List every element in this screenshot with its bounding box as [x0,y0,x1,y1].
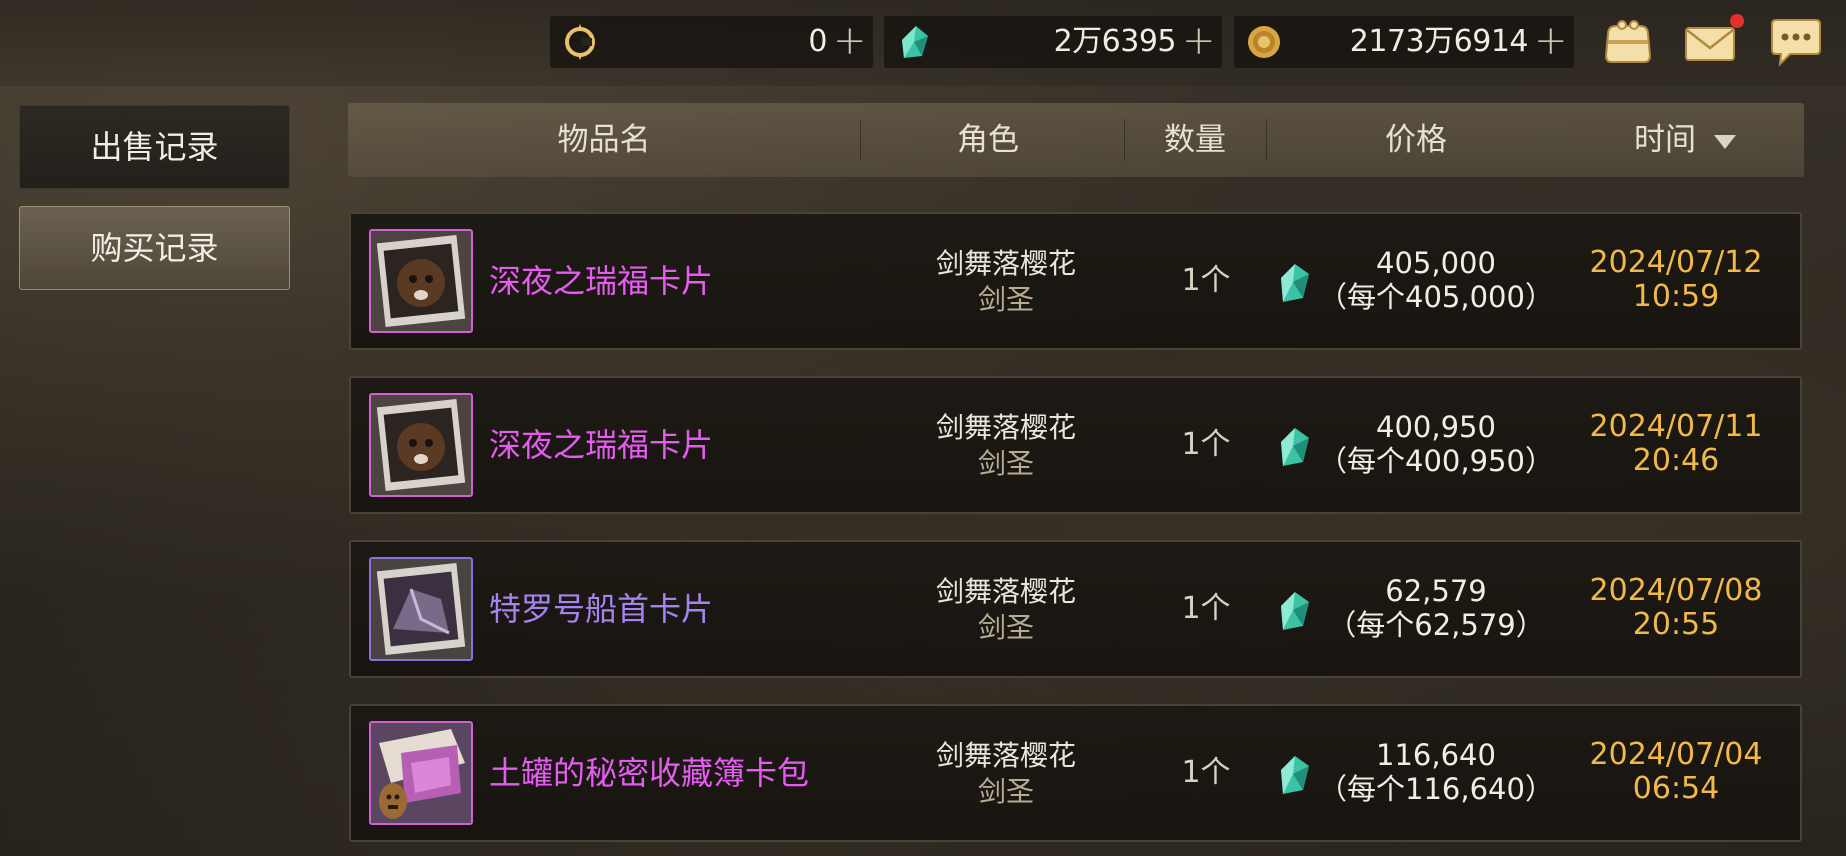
chat-icon[interactable] [1768,16,1824,68]
unit-price: （每个62,579） [1327,608,1545,642]
column-time-sort[interactable]: 时间 [1566,103,1804,177]
record-time: 20:46 [1632,443,1720,478]
quantity: 1个 [1181,263,1231,298]
tab-sell-records[interactable]: 出售记录 [19,105,290,189]
gem-icon [1281,592,1309,630]
role-cell: 剑舞落樱花 剑圣 [891,738,1121,810]
gold-coin-icon [1248,26,1280,58]
price-cell: 62,579 （每个62,579） [1311,574,1561,642]
record-time: 06:54 [1632,771,1720,806]
role-class: 剑圣 [977,447,1034,480]
time-cell: 2024/07/11 20:46 [1561,410,1791,478]
total-price: 405,000 [1376,246,1496,280]
bear-card-icon [371,231,471,331]
record-time: 20:55 [1632,607,1720,642]
price-cell: 400,950 （每个400,950） [1311,410,1561,478]
table-header: 物品名 角色 数量 价格 时间 [348,103,1804,177]
c-coin-icon [565,24,595,60]
sort-down-icon [1714,134,1736,149]
ship-card-icon [371,559,471,659]
bear-card-icon [371,395,471,495]
time-cell: 2024/07/12 10:59 [1561,246,1791,314]
record-row[interactable]: 深夜之瑞福卡片 剑舞落樱花 剑圣 1个 405,000 （每个405,000） 2024/0… [349,212,1802,350]
wallet-icon[interactable] [1600,16,1656,68]
unit-price: （每个400,950） [1318,444,1554,478]
gem-icon [902,26,928,58]
role-cell: 剑舞落樱花 剑圣 [891,246,1121,318]
role-cell: 剑舞落樱花 剑圣 [891,410,1121,482]
quantity: 1个 [1181,591,1231,626]
record-row[interactable]: 深夜之瑞福卡片 剑舞落樱花 剑圣 1个 400,950 （每个400,950） 2024/0… [349,376,1802,514]
gem-value: 2万6395 [1053,24,1177,59]
time-cell: 2024/07/08 20:55 [1561,574,1791,642]
record-time: 10:59 [1632,279,1720,314]
time-cell: 2024/07/04 06:54 [1561,738,1791,806]
item-thumbnail[interactable] [369,393,473,497]
column-item-name: 物品名 [557,122,651,158]
total-price: 400,950 [1376,410,1496,444]
item-name[interactable]: 土罐的秘密收藏簿卡包 [489,706,809,840]
column-price: 价格 [1385,122,1447,158]
role-class: 剑圣 [977,611,1034,644]
currency-gold: 2173万6914 + [1234,16,1574,68]
price-cell: 405,000 （每个405,000） [1311,246,1561,314]
gold-value: 2173万6914 [1349,24,1529,59]
tab-buy-records[interactable]: 购买记录 [19,206,290,290]
total-price: 62,579 [1385,574,1487,608]
role-name: 剑舞落樱花 [935,575,1076,608]
gem-add-button[interactable]: + [1182,16,1216,66]
item-thumbnail[interactable] [369,721,473,825]
column-role: 角色 [957,122,1019,158]
gem-icon [1281,264,1309,302]
quantity: 1个 [1181,755,1231,790]
role-class: 剑圣 [977,775,1034,808]
card-pack-icon [371,723,471,823]
c-coin-add-button[interactable]: + [833,16,867,66]
price-cell: 116,640 （每个116,640） [1311,738,1561,806]
total-price: 116,640 [1376,738,1496,772]
record-row[interactable]: 特罗号船首卡片 剑舞落樱花 剑圣 1个 62,579 （每个62,579） 2024/07/… [349,540,1802,678]
currency-gem: 2万6395 + [884,16,1222,68]
role-name: 剑舞落樱花 [935,247,1076,280]
gem-icon [1281,428,1309,466]
record-date: 2024/07/12 [1589,245,1763,280]
item-thumbnail[interactable] [369,229,473,333]
record-date: 2024/07/11 [1589,409,1763,444]
item-thumbnail[interactable] [369,557,473,661]
c-coin-value: 0 [808,24,827,59]
unit-price: （每个116,640） [1318,772,1554,806]
column-quantity: 数量 [1164,122,1226,158]
role-name: 剑舞落樱花 [935,739,1076,772]
item-name[interactable]: 特罗号船首卡片 [489,542,713,676]
mail-notification-dot [1730,14,1744,28]
item-name[interactable]: 深夜之瑞福卡片 [489,378,713,512]
unit-price: （每个405,000） [1318,280,1554,314]
record-row[interactable]: 土罐的秘密收藏簿卡包 剑舞落樱花 剑圣 1个 116,640 （每个116,640） 202… [349,704,1802,842]
column-time-label: 时间 [1634,122,1696,158]
item-name[interactable]: 深夜之瑞福卡片 [489,214,713,348]
currency-c-coin: 0 + [550,16,873,68]
role-name: 剑舞落樱花 [935,411,1076,444]
record-date: 2024/07/08 [1589,573,1763,608]
gem-icon [1281,756,1309,794]
record-date: 2024/07/04 [1589,737,1763,772]
quantity: 1个 [1181,427,1231,462]
role-cell: 剑舞落樱花 剑圣 [891,574,1121,646]
role-class: 剑圣 [977,283,1034,316]
top-bar: 0 + 2万6395 + 2173万6914 + [0,0,1846,86]
gold-add-button[interactable]: + [1534,16,1568,66]
